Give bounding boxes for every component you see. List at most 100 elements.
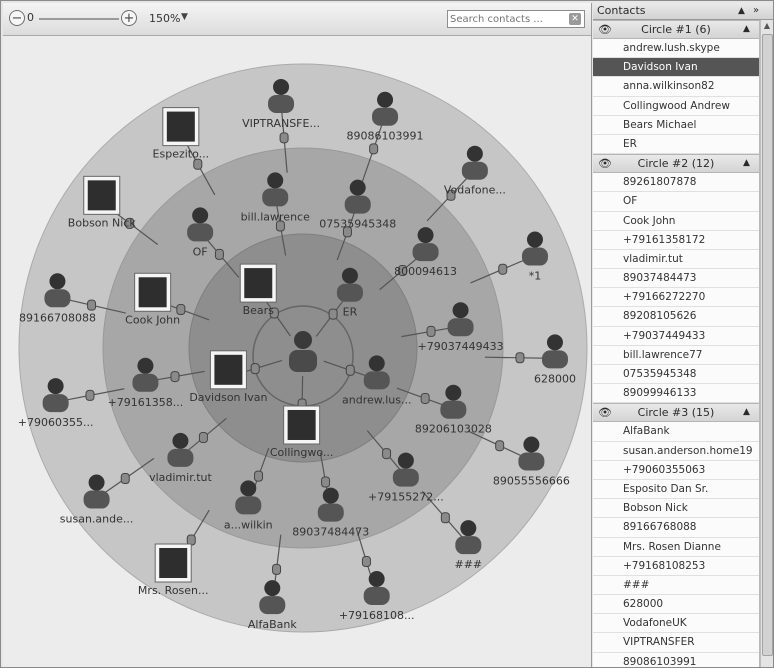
contact-item[interactable]: Cook John — [593, 212, 759, 231]
contact-item[interactable]: 89099946133 — [593, 384, 759, 404]
edge-handle[interactable] — [515, 352, 525, 364]
contact-item[interactable]: +79037449433 — [593, 327, 759, 346]
contact-item[interactable]: +79060355063 — [593, 461, 759, 480]
contact-item-selected[interactable]: Davidson Ivan — [593, 58, 759, 78]
contact-item[interactable]: ER — [593, 135, 759, 155]
contact-item[interactable]: ### — [593, 576, 759, 596]
person-body — [42, 394, 69, 413]
edge-handle[interactable] — [440, 512, 450, 524]
person-body — [363, 371, 390, 390]
contact-item[interactable]: anna.wilkinson82 — [593, 77, 759, 97]
contact-search-box[interactable]: ✕ — [447, 10, 585, 28]
scroll-up-icon[interactable]: ▲ — [761, 20, 773, 32]
edge-handle[interactable] — [498, 263, 508, 275]
contact-item[interactable]: 628000 — [593, 595, 759, 615]
person-body — [259, 596, 286, 615]
collapse-circle-icon[interactable]: ▲ — [743, 21, 750, 38]
edge-handle[interactable] — [495, 440, 505, 452]
contact-node-label: bill.lawrence — [241, 210, 311, 223]
person-icon — [47, 378, 64, 395]
edge-handle[interactable] — [254, 470, 264, 482]
edge-handle[interactable] — [87, 299, 97, 311]
edge-handle[interactable] — [170, 371, 180, 383]
edge-handle[interactable] — [420, 392, 430, 404]
person-icon — [88, 474, 105, 491]
zoom-out-button[interactable]: − — [9, 10, 25, 26]
chevron-down-icon[interactable]: ▼ — [181, 12, 188, 22]
person-body — [83, 490, 110, 509]
contact-item[interactable]: bill.lawrence77 — [593, 346, 759, 365]
person-icon — [267, 172, 284, 189]
contact-item[interactable]: 89086103991 — [593, 653, 759, 667]
edge-handle[interactable] — [120, 472, 130, 484]
edge-handle[interactable] — [426, 325, 436, 337]
collapse-circle-icon[interactable]: ▲ — [743, 404, 750, 421]
contact-item[interactable]: Collingwood Andrew — [593, 97, 759, 116]
circle-header[interactable]: 👁 Circle #2 (12) ▲ — [593, 154, 759, 174]
edge-handle[interactable] — [382, 448, 392, 460]
edge-handle[interactable] — [198, 432, 208, 444]
contact-item[interactable]: +79161358172 — [593, 231, 759, 250]
edge-handle[interactable] — [279, 132, 289, 144]
contact-item[interactable]: 89037484473 — [593, 269, 759, 289]
contact-node-label: 89166708088 — [19, 311, 96, 324]
contact-node-label: vladimir.tut — [149, 471, 212, 484]
edge-handle[interactable] — [250, 363, 260, 375]
person-body — [363, 586, 390, 605]
contact-node-label: 07535945348 — [319, 218, 396, 231]
person-icon — [192, 207, 209, 224]
contact-graph[interactable]: Bears ER andrew.lus... Collingwo... Davidson… — [3, 36, 591, 667]
contact-node[interactable]: Bears — [239, 263, 277, 317]
search-input[interactable] — [450, 12, 560, 26]
contact-node-label: 89206103028 — [415, 423, 492, 436]
photo-image — [138, 277, 167, 308]
circle-header[interactable]: 👁 Circle #1 (6) ▲ — [593, 20, 759, 39]
contact-item[interactable]: 07535945348 — [593, 365, 759, 385]
contact-item[interactable]: 89208105626 — [593, 307, 759, 327]
zoom-level[interactable]: 150% — [149, 12, 180, 25]
edge-handle[interactable] — [345, 364, 355, 376]
contact-item[interactable]: Esposito Dan Sr. — [593, 480, 759, 500]
person-body — [235, 496, 262, 515]
contact-item[interactable]: susan.anderson.home19 — [593, 442, 759, 461]
contact-item[interactable]: OF — [593, 192, 759, 212]
circle-header[interactable]: 👁 Circle #3 (15) ▲ — [593, 403, 759, 423]
person-body — [268, 94, 295, 113]
contact-item[interactable]: vladimir.tut — [593, 250, 759, 270]
edge-handle[interactable] — [328, 308, 338, 320]
contact-item[interactable]: +79168108253 — [593, 557, 759, 576]
edge-handle[interactable] — [321, 476, 331, 488]
edge-handle[interactable] — [361, 556, 371, 568]
zoom-slider[interactable] — [39, 18, 119, 20]
contacts-scrollbar[interactable]: ▲ — [760, 20, 773, 667]
edge-handle[interactable] — [186, 534, 196, 546]
zoom-in-button[interactable]: + — [121, 10, 137, 26]
contact-node-label: ### — [454, 558, 482, 571]
contact-item[interactable]: AlfaBank — [593, 422, 759, 442]
contact-item[interactable]: VodafoneUK — [593, 614, 759, 634]
contact-item[interactable]: 89166768088 — [593, 518, 759, 538]
edge-handle[interactable] — [193, 158, 203, 170]
pin-panel-icon[interactable]: » — [753, 3, 759, 19]
contact-node-label: *1 — [529, 270, 542, 283]
clear-icon[interactable]: ✕ — [569, 13, 581, 25]
edge-handle[interactable] — [214, 248, 224, 260]
collapse-circle-icon[interactable]: ▲ — [743, 155, 750, 172]
scroll-thumb[interactable] — [762, 34, 773, 656]
contact-item[interactable]: 89261807878 — [593, 173, 759, 193]
edge-handle[interactable] — [272, 563, 282, 575]
contact-node-label: Bobson Nick — [68, 216, 137, 229]
contact-item[interactable]: andrew.lush.skype — [593, 39, 759, 59]
contact-item[interactable]: +79166272270 — [593, 288, 759, 308]
collapse-panel-icon[interactable]: ▲ — [738, 3, 745, 19]
graph-canvas-pane: − 0 + 150% ▼ ✕ Bears ER andrew.lus... Colli… — [3, 3, 592, 667]
contact-item[interactable]: Mrs. Rosen Dianne — [593, 538, 759, 557]
edge-handle[interactable] — [369, 143, 379, 155]
contact-item[interactable]: Bobson Nick — [593, 499, 759, 519]
contact-item[interactable]: Bears Michael — [593, 116, 759, 135]
contacts-list[interactable]: 👁 Circle #1 (6) ▲ andrew.lush.skype Davi… — [593, 20, 760, 667]
edge-handle[interactable] — [85, 389, 95, 401]
person-icon — [417, 227, 434, 244]
contact-item[interactable]: VIPTRANSFER — [593, 633, 759, 653]
person-body — [372, 107, 399, 126]
